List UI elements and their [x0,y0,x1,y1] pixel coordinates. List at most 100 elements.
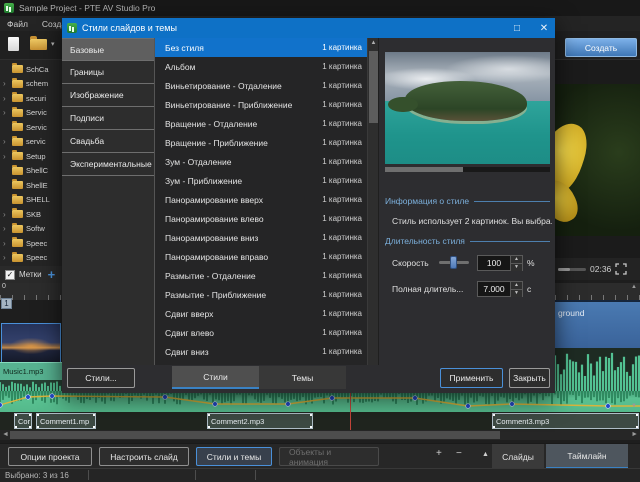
scroll-up-icon[interactable]: ▲ [631,284,637,290]
scroll-up-icon[interactable]: ▲ [368,38,378,49]
dialog-tab-styles[interactable]: Стили [172,366,259,389]
time-ruler-right[interactable] [555,283,640,300]
new-file-icon[interactable] [8,37,19,51]
close-icon[interactable]: ✕ [533,23,555,34]
menu-item-Файл[interactable]: Файл [7,19,28,29]
style-list-item[interactable]: Размытие - Приближение1 картинка [155,285,378,304]
slide-number-badge[interactable]: 1 [1,298,12,309]
tree-item[interactable]: ShellC [0,164,62,179]
speed-slider-thumb[interactable] [450,256,457,269]
playhead[interactable] [350,391,351,430]
clip-handle[interactable] [36,426,39,429]
style-list-item[interactable]: Панорамирование вправо1 картинка [155,247,378,266]
style-list-item[interactable]: Вращение - Отдаление1 картинка [155,114,378,133]
music-track[interactable]: Music1.mp3 [0,362,62,380]
audio-clip[interactable]: Comment1.mp [36,413,96,429]
bottom-button-1[interactable]: Опции проекта [8,447,92,466]
clip-handle[interactable] [207,413,210,416]
tree-item[interactable]: ›Speec [0,251,62,266]
full-duration-value[interactable]: 7.000 [478,282,510,296]
spin-up-icon[interactable]: ▲ [511,256,522,264]
category-item[interactable]: Экспериментальные [62,153,154,176]
speed-value[interactable]: 100 [478,256,510,270]
speed-slider[interactable] [439,261,469,264]
close-button[interactable]: Закрыть [509,368,550,388]
apply-button[interactable]: Применить [440,368,503,388]
style-list-item[interactable]: Панорамирование вверх1 картинка [155,190,378,209]
style-list-item[interactable]: Зум - Приближение1 картинка [155,171,378,190]
add-track-icon[interactable]: + [48,270,56,280]
list-scrollbar-thumb[interactable] [369,51,378,123]
clip-handle[interactable] [93,426,96,429]
maximize-icon[interactable]: □ [506,23,528,34]
tree-item[interactable]: ShellE [0,178,62,193]
bottom-button-3[interactable]: Стили и темы [196,447,272,466]
audio-clip[interactable]: Comment2.mp3 [207,413,313,429]
dialog-tab-themes[interactable]: Темы [259,366,346,389]
clip-handle[interactable] [29,413,32,416]
style-list-item[interactable]: Панорамирование влево1 картинка [155,209,378,228]
tree-item[interactable]: ›SKB [0,207,62,222]
style-list-item[interactable]: Сдвиг вниз1 картинка [155,342,378,361]
audio-waveform-strip[interactable] [0,391,640,412]
category-item[interactable]: Подписи [62,107,154,130]
clip-handle[interactable] [14,426,17,429]
zoom-in-icon[interactable]: + [436,448,442,459]
preview-scrub-thumb[interactable] [385,167,463,172]
chevron-down-icon[interactable]: ▾ [51,40,55,48]
style-list-item[interactable]: Виньетирование - Приближение1 картинка [155,95,378,114]
tree-item[interactable]: ›servic [0,135,62,150]
clip-handle[interactable] [310,413,313,416]
tree-item[interactable]: Servic [0,120,62,135]
audio-clip[interactable]: Comment3.mp3 [492,413,639,429]
styles-menu-button[interactable]: Стили... [67,368,135,388]
view-tab-slides[interactable]: Слайды [492,444,544,469]
music-waveform-left[interactable] [0,380,62,391]
tree-item[interactable]: ›Servic [0,106,62,121]
speed-spinbox[interactable]: 100 ▲▼ [477,255,523,271]
tree-item[interactable]: ›Speec [0,236,62,251]
spin-down-icon[interactable]: ▼ [511,264,522,271]
background-clip[interactable]: ground [555,300,640,348]
tree-item[interactable]: ›schem [0,77,62,92]
style-list-item[interactable]: Вращение - Приближение1 картинка [155,133,378,152]
timeline-scrollbar[interactable]: ◄ ► [0,430,640,440]
category-item[interactable]: Изображение [62,84,154,107]
view-tab-timeline[interactable]: Таймлайн [546,444,628,469]
style-list-item[interactable]: Без стиля1 картинка [155,38,378,57]
style-list-item[interactable]: Виньетирование - Отдаление1 картинка [155,76,378,95]
preview-scrub-bar[interactable] [385,167,550,172]
fullscreen-icon[interactable] [615,263,627,275]
tree-item[interactable]: SHELL [0,193,62,208]
clip-handle[interactable] [93,413,96,416]
full-duration-spinbox[interactable]: 7.000 ▲▼ [477,281,523,297]
open-folder-icon[interactable] [30,39,47,50]
clip-handle[interactable] [310,426,313,429]
style-list-item[interactable]: Размытие - Отдаление1 картинка [155,266,378,285]
clip-handle[interactable] [492,413,495,416]
list-scrollbar[interactable]: ▲ ▼ [367,38,378,379]
clip-handle[interactable] [14,413,17,416]
scrollbar-thumb[interactable] [10,431,500,439]
spin-up-icon[interactable]: ▲ [511,282,522,290]
scroll-down-icon[interactable]: ▼ [631,403,637,409]
clip-handle[interactable] [36,413,39,416]
create-button[interactable]: Создать [565,38,637,57]
category-item[interactable]: Свадьба [62,130,154,153]
scroll-right-icon[interactable]: ► [631,430,638,440]
style-list-item[interactable]: Зум - Отдаление1 картинка [155,152,378,171]
collapse-icon[interactable]: ▲ [482,451,489,458]
style-list-item[interactable]: Альбом1 картинка [155,57,378,76]
tree-item[interactable]: ›Softw [0,222,62,237]
clip-handle[interactable] [636,413,639,416]
seek-slider[interactable] [558,268,586,271]
tree-item[interactable]: SchCa [0,62,62,77]
style-list-item[interactable]: Сдвиг вверх1 картинка [155,304,378,323]
style-list-item[interactable]: Панорамирование вниз1 картинка [155,228,378,247]
spin-down-icon[interactable]: ▼ [511,290,522,297]
zoom-out-icon[interactable]: − [456,448,462,459]
clip-handle[interactable] [492,426,495,429]
audio-clip[interactable]: Cor [14,413,32,429]
clip-handle[interactable] [636,426,639,429]
category-item[interactable]: Базовые [62,38,154,61]
